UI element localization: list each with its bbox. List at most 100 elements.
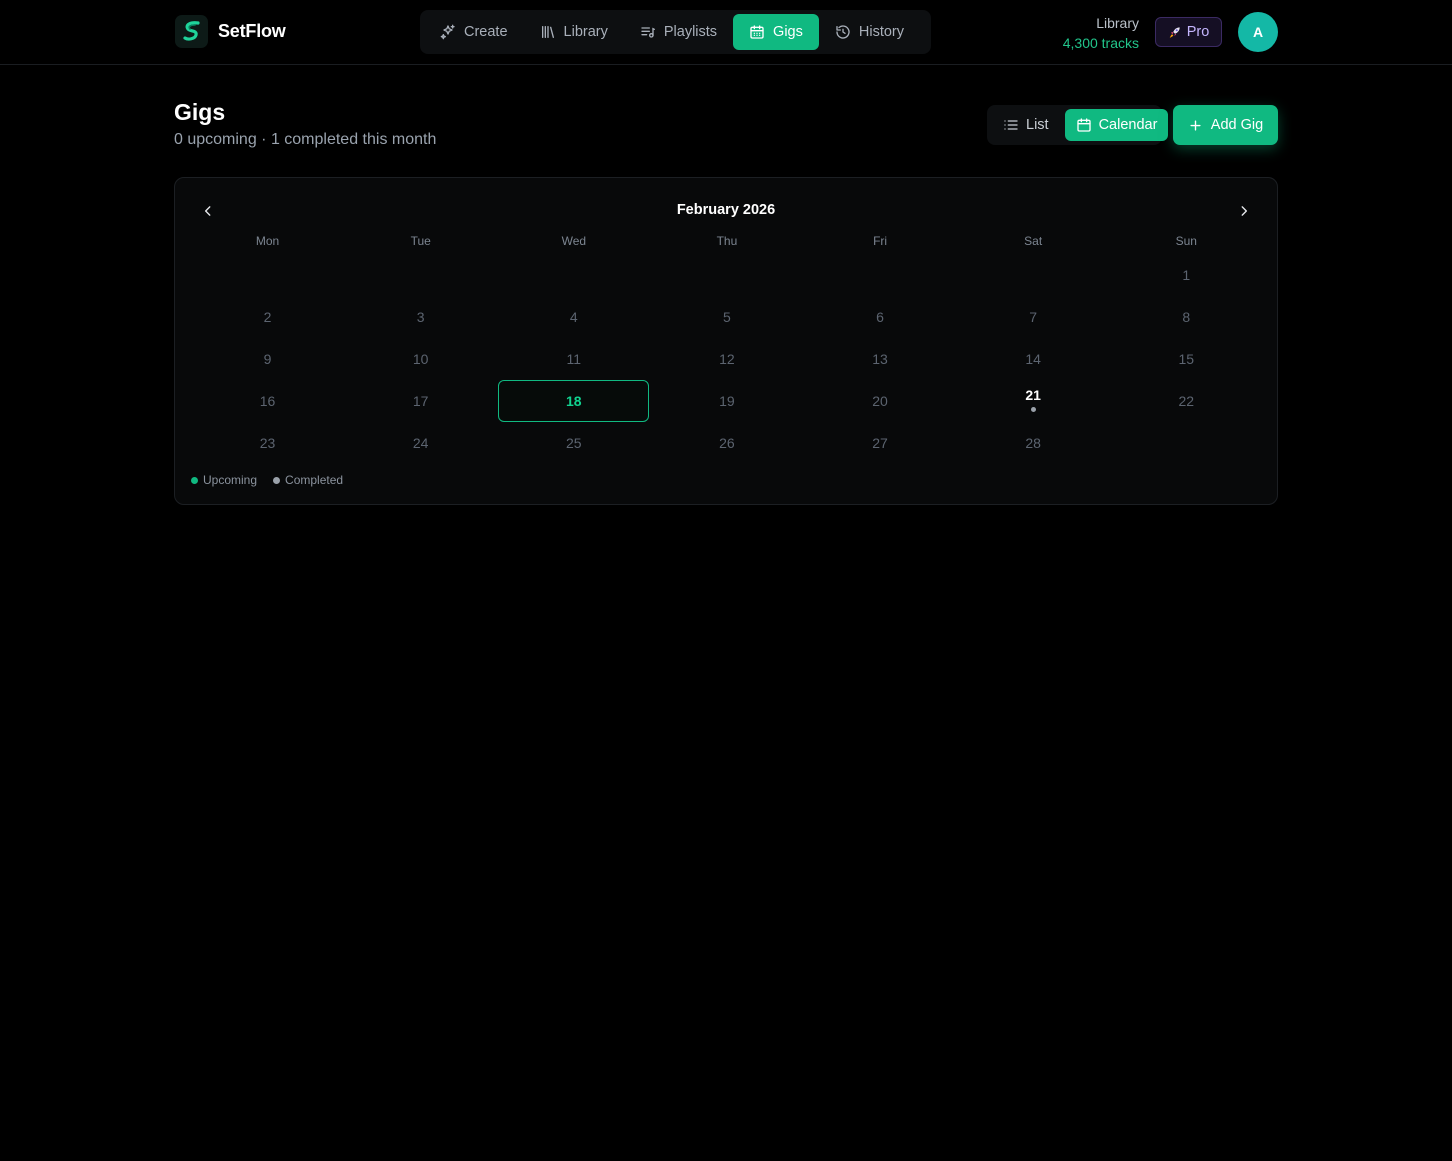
chevron-right-icon: [1241, 206, 1248, 216]
app-name: SetFlow: [218, 20, 286, 41]
weekday-header: Thu: [716, 234, 738, 248]
calendar-empty-cell: [957, 254, 1110, 296]
brand[interactable]: SetFlow: [175, 14, 286, 48]
tab-library-label: Library: [563, 24, 608, 40]
avatar[interactable]: A: [1238, 12, 1278, 52]
calendar-day-number: 25: [566, 435, 582, 451]
tab-playlists[interactable]: Playlists: [624, 14, 733, 50]
top-bar: SetFlow Create Library Playlists Gigs Hi…: [0, 0, 1452, 65]
tab-playlists-label: Playlists: [663, 24, 718, 40]
add-gig-button[interactable]: Add Gig: [1173, 105, 1278, 145]
calendar-day[interactable]: 3: [344, 296, 497, 338]
list-view-label: List: [1026, 117, 1049, 133]
calendar-legend: Upcoming Completed: [191, 473, 343, 487]
calendar-day[interactable]: 22: [1110, 380, 1263, 422]
playlist-icon: [641, 27, 655, 38]
calendar-day[interactable]: 4: [497, 296, 650, 338]
calendar-view-label: Calendar: [1098, 117, 1158, 133]
calendar-day[interactable]: 21: [957, 380, 1110, 422]
calendar-day[interactable]: 26: [650, 422, 803, 464]
calendar-day[interactable]: 1: [1110, 254, 1263, 296]
calendar-icon: [750, 25, 764, 39]
calendar-empty-cell: [191, 254, 344, 296]
calendar-day[interactable]: 28: [957, 422, 1110, 464]
list-view-button[interactable]: List: [991, 109, 1061, 141]
calendar-day-number: 1: [1182, 267, 1191, 283]
calendar-day[interactable]: 11: [497, 338, 650, 380]
legend-upcoming-label: Upcoming: [203, 473, 258, 487]
calendar-empty-cell: [497, 254, 650, 296]
calendar-day[interactable]: 2: [191, 296, 344, 338]
add-gig-label: Add Gig: [1210, 117, 1264, 133]
pro-badge[interactable]: Pro: [1155, 17, 1222, 47]
calendar-day-number: 12: [719, 351, 735, 367]
calendar-day-number: 5: [723, 309, 731, 325]
tab-gigs[interactable]: Gigs: [733, 14, 819, 50]
calendar-day[interactable]: 24: [344, 422, 497, 464]
calendar-day-number: 13: [872, 351, 888, 367]
calendar-day[interactable]: 23: [191, 422, 344, 464]
calendar-day[interactable]: 5: [650, 296, 803, 338]
weekday-header: Fri: [873, 234, 888, 248]
tab-library[interactable]: Library: [524, 14, 624, 50]
calendar-day[interactable]: 7: [957, 296, 1110, 338]
plus-icon: [1190, 119, 1201, 131]
gig-calendar: February 2026 Mon Tue Wed Thu Fri Sat Sun 1 2 3 4 5…: [174, 177, 1278, 505]
legend-completed-label: Completed: [285, 473, 344, 487]
rocket-icon: [1169, 27, 1180, 38]
calendar-empty-cell: [344, 254, 497, 296]
calendar-day[interactable]: 10: [344, 338, 497, 380]
calendar-day-number: 4: [569, 309, 578, 325]
calendar-day[interactable]: 15: [1110, 338, 1263, 380]
history-icon: [836, 25, 850, 39]
calendar-day[interactable]: 18: [497, 380, 650, 422]
calendar-day[interactable]: 8: [1110, 296, 1263, 338]
calendar-icon: [1076, 118, 1091, 132]
calendar-day[interactable]: 9: [191, 338, 344, 380]
avatar-initial: A: [1252, 24, 1264, 40]
tab-history-label: History: [858, 24, 904, 40]
page-subtitle: 0 upcoming · 1 completed this month: [174, 131, 437, 148]
calendar-day[interactable]: 13: [804, 338, 957, 380]
weekday-header: Sat: [1024, 234, 1043, 248]
calendar-day-number: 27: [872, 435, 888, 451]
view-toggle: List Calendar: [987, 105, 1169, 145]
completed-gig-dot: [1030, 406, 1036, 412]
sparkles-icon: [440, 24, 455, 40]
calendar-day-number: 15: [1178, 351, 1195, 367]
next-month-button[interactable]: [1233, 200, 1255, 222]
calendar-month-label: February 2026: [676, 202, 776, 218]
tab-create[interactable]: Create: [424, 14, 524, 50]
calendar-day-number: 14: [1025, 351, 1041, 367]
page-title: Gigs: [174, 99, 226, 125]
calendar-grid: Mon Tue Wed Thu Fri Sat Sun 1 2 3 4 5 6 7 8 9 10 11 12 13 14…: [191, 234, 1263, 464]
calendar-day-number: 7: [1029, 309, 1038, 325]
calendar-day[interactable]: 19: [650, 380, 803, 422]
calendar-day[interactable]: 20: [804, 380, 957, 422]
calendar-day-number: 26: [719, 435, 735, 451]
calendar-day-number: 9: [263, 351, 272, 367]
weekday-header: Mon: [255, 234, 280, 248]
calendar-day[interactable]: 14: [957, 338, 1110, 380]
library-stat-value: 4,300 tracks: [1062, 35, 1139, 51]
calendar-day[interactable]: 25: [497, 422, 650, 464]
calendar-day-number: 24: [412, 435, 429, 451]
calendar-view-button[interactable]: Calendar: [1064, 109, 1169, 141]
calendar-day[interactable]: 16: [191, 380, 344, 422]
calendar-day-number: 22: [1178, 393, 1195, 409]
calendar-day-number: 21: [1025, 386, 1041, 403]
calendar-day[interactable]: 17: [344, 380, 497, 422]
calendar-day[interactable]: 6: [804, 296, 957, 338]
calendar-day[interactable]: 27: [804, 422, 957, 464]
calendar-day-number: 23: [259, 435, 276, 451]
upcoming-dot: [191, 476, 198, 484]
calendar-day-number: 10: [412, 351, 429, 367]
calendar-day[interactable]: 12: [650, 338, 803, 380]
calendar-empty-cell: [650, 254, 803, 296]
calendar-day-number: 3: [416, 309, 425, 325]
calendar-day-number: 28: [1025, 435, 1041, 451]
weekday-header: Wed: [561, 234, 587, 248]
calendar-day-number: 20: [872, 393, 888, 409]
pro-badge-label: Pro: [1186, 24, 1210, 40]
tab-history[interactable]: History: [819, 14, 920, 50]
